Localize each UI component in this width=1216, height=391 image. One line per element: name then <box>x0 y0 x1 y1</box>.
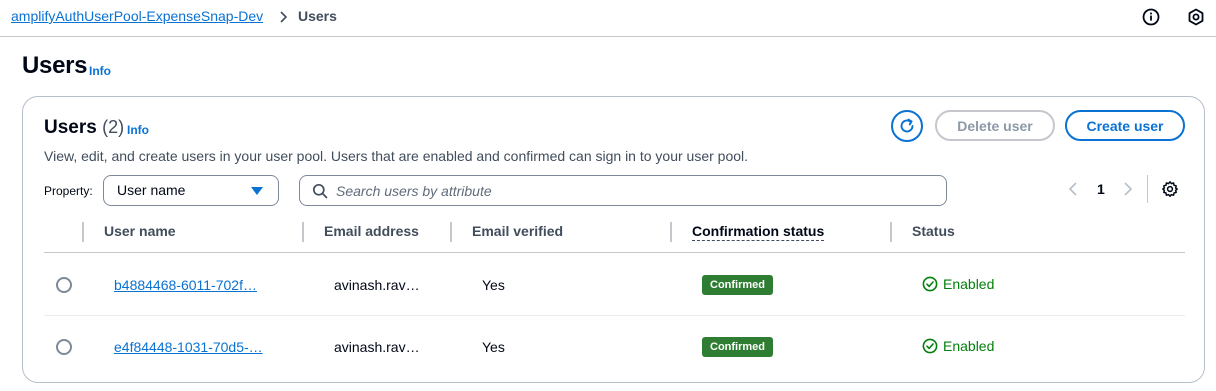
property-label: Property: <box>44 184 93 198</box>
column-divider[interactable] <box>670 222 672 242</box>
breadcrumb-user-pool-link[interactable]: amplifyAuthUserPool-ExpenseSnap-Dev <box>11 8 263 24</box>
column-header-email[interactable]: Email address <box>324 223 419 239</box>
email-verified-cell: Yes <box>482 339 505 355</box>
refresh-button[interactable] <box>891 110 923 142</box>
search-field <box>299 175 947 206</box>
container-info-link[interactable]: Info <box>127 123 149 137</box>
email-verified-cell: Yes <box>482 277 505 293</box>
status-text: Enabled <box>943 338 995 354</box>
breadcrumb-current: Users <box>298 8 337 24</box>
column-divider[interactable] <box>450 222 452 242</box>
check-circle-icon <box>922 338 938 354</box>
container-title: Users (2) <box>44 117 124 139</box>
username-link[interactable]: e4f84448-1031-70d5-… <box>114 339 263 355</box>
pagination-current-page[interactable]: 1 <box>1097 181 1105 197</box>
property-select[interactable]: User name <box>103 175 279 206</box>
column-header-username[interactable]: User name <box>104 223 176 239</box>
pagination-divider <box>1147 175 1148 203</box>
property-select-value: User name <box>117 182 186 198</box>
check-circle-icon <box>922 276 938 292</box>
chevron-left-icon[interactable] <box>1066 181 1080 197</box>
table-header: User name Email address Email verified C… <box>44 219 1185 253</box>
users-container: Users (2) Info View, edit, and create us… <box>22 96 1205 383</box>
container-description: View, edit, and create users in your use… <box>44 148 749 164</box>
gear-icon[interactable] <box>1161 180 1179 198</box>
chevron-right-icon <box>280 11 288 23</box>
table-row: e4f84448-1031-70d5-… avinash.rav… Yes Co… <box>44 316 1185 378</box>
table-row: b4884468-6011-702f… avinash.rav… Yes Con… <box>44 254 1185 316</box>
row-select-radio[interactable] <box>56 339 72 355</box>
column-header-email-verified[interactable]: Email verified <box>472 223 563 239</box>
info-icon[interactable] <box>1142 8 1160 26</box>
column-divider[interactable] <box>890 222 892 242</box>
search-input[interactable] <box>336 181 936 201</box>
search-icon <box>312 183 328 199</box>
status-cell: Enabled <box>922 338 994 354</box>
column-header-status[interactable]: Status <box>912 223 955 239</box>
caret-down-icon <box>251 187 263 195</box>
status-text: Enabled <box>943 276 995 292</box>
container-title-text: Users <box>44 117 97 138</box>
username-link[interactable]: b4884468-6011-702f… <box>114 277 257 293</box>
delete-user-button[interactable]: Delete user <box>935 110 1055 141</box>
email-cell: avinash.rav… <box>334 339 420 355</box>
page-info-link[interactable]: Info <box>89 64 111 78</box>
user-count: (2) <box>102 117 125 137</box>
row-select-radio[interactable] <box>56 277 72 293</box>
top-navigation-bar: amplifyAuthUserPool-ExpenseSnap-Dev User… <box>0 0 1216 37</box>
chevron-right-icon[interactable] <box>1121 181 1135 197</box>
page-title: Users <box>22 52 88 79</box>
status-cell: Enabled <box>922 276 994 292</box>
confirmation-status-badge: Confirmed <box>702 275 773 295</box>
column-header-confirmation-status[interactable]: Confirmation status <box>692 223 825 241</box>
email-cell: avinash.rav… <box>334 277 420 293</box>
column-divider[interactable] <box>302 222 304 242</box>
column-divider <box>82 222 84 242</box>
create-user-button[interactable]: Create user <box>1065 110 1185 141</box>
settings-icon[interactable] <box>1187 8 1205 26</box>
confirmation-status-badge: Confirmed <box>702 337 773 357</box>
refresh-icon <box>900 118 914 133</box>
